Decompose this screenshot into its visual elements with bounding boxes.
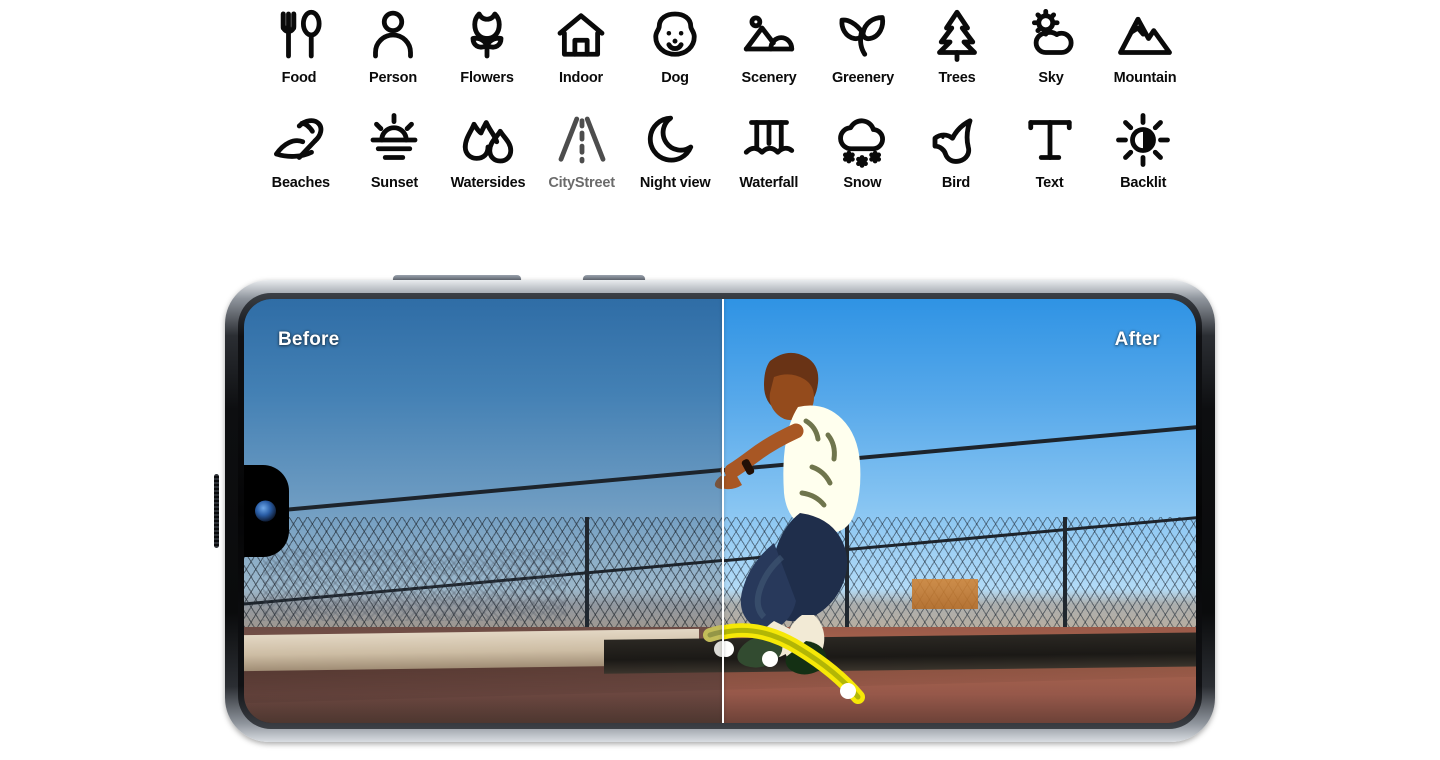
scene-item-citystreet[interactable]: CityStreet [535, 109, 629, 192]
phone-body: Before After [214, 280, 1215, 742]
punch-hole-camera-icon [255, 500, 276, 522]
fence-post [845, 516, 850, 628]
scene-item-watersides[interactable]: Watersides [441, 109, 535, 192]
scene-optimizer-icon-grid: Food Person Flowers Indoor Dog Scenery G… [252, 4, 1192, 192]
scene-item-label: Indoor [559, 70, 603, 86]
mountain-peaks-icon [1108, 4, 1182, 66]
sun-cloud-icon [1014, 4, 1088, 66]
after-label: After [1114, 329, 1160, 350]
fence-post [585, 516, 590, 628]
scene-item-label: CityStreet [548, 175, 615, 191]
before-label: Before [278, 329, 340, 350]
scene-item-sky[interactable]: Sky [1004, 4, 1098, 87]
text-t-icon [1013, 109, 1087, 171]
scene-item-label: Trees [938, 70, 976, 86]
scene-item-label: Waterfall [739, 175, 799, 191]
dark-beam [604, 632, 722, 674]
scene-item-label: Bird [941, 175, 971, 191]
page-root: Food Person Flowers Indoor Dog Scenery G… [0, 0, 1440, 760]
scene-item-flowers[interactable]: Flowers [440, 4, 534, 87]
scene-item-label: Snow [843, 175, 882, 191]
road-icon [545, 109, 619, 171]
scene-item-trees[interactable]: Trees [910, 4, 1004, 87]
scene-item-label: Beaches [271, 175, 330, 191]
backlit-sun-icon [1106, 109, 1180, 171]
phone-device: Before After [214, 272, 1215, 742]
scene-item-label: Sky [1038, 70, 1064, 86]
water-drop-rock-icon [451, 109, 525, 171]
scene-item-label: Mountain [1113, 70, 1177, 86]
scene-item-label: Greenery [831, 70, 895, 86]
scene-icon-row-1: Food Person Flowers Indoor Dog Scenery G… [252, 4, 1192, 87]
scene-icon-row-2: Beaches Sunset Watersides CityStreet Nig… [252, 109, 1192, 192]
person-icon [356, 4, 430, 66]
scene-item-backlit[interactable]: Backlit [1096, 109, 1190, 192]
scene-item-label: Text [1035, 175, 1064, 191]
before-after-divider[interactable] [721, 299, 724, 723]
scene-item-person[interactable]: Person [346, 4, 440, 87]
fence-tarp [262, 549, 567, 622]
scene-item-label: Person [369, 70, 417, 86]
scene-item-label: Dog [661, 70, 689, 86]
bird-icon [919, 109, 993, 171]
scene-item-waterfall[interactable]: Waterfall [722, 109, 816, 192]
chainlink-fence [721, 516, 1196, 628]
crescent-moon-icon [638, 109, 712, 171]
scene-item-label: Backlit [1120, 175, 1167, 191]
phone-bezel: Before After [238, 293, 1202, 729]
scene-item-label: Scenery [741, 70, 797, 86]
sunset-icon [357, 109, 431, 171]
scene-item-scenery[interactable]: Scenery [722, 4, 816, 87]
scene-item-label: Night view [639, 175, 711, 191]
before-photo [244, 299, 722, 723]
scene-item-label: Food [281, 70, 317, 86]
waterfall-icon [732, 109, 806, 171]
scene-item-text[interactable]: Text [1003, 109, 1097, 192]
scene-item-snow[interactable]: Snow [816, 109, 910, 192]
beach-umbrella-icon [264, 109, 338, 171]
fence-post [1063, 516, 1068, 628]
speaker-grille [214, 474, 219, 548]
scene-item-bird[interactable]: Bird [909, 109, 1003, 192]
scene-item-label: Flowers [460, 70, 514, 86]
scene-item-indoor[interactable]: Indoor [534, 4, 628, 87]
after-image-half: After [721, 299, 1196, 723]
phone-screen: Before After [244, 299, 1196, 723]
scene-item-sunset[interactable]: Sunset [348, 109, 442, 192]
before-image-half: Before [244, 299, 722, 723]
landscape-photo-icon [732, 4, 806, 66]
leaf-sprout-icon [826, 4, 900, 66]
scene-item-label: Watersides [450, 175, 526, 191]
scene-item-beaches[interactable]: Beaches [254, 109, 348, 192]
dog-face-icon [638, 4, 712, 66]
fork-spoon-icon [262, 4, 336, 66]
scene-item-greenery[interactable]: Greenery [816, 4, 910, 87]
snow-cloud-icon [825, 109, 899, 171]
scene-item-food[interactable]: Food [252, 4, 346, 87]
tulip-icon [450, 4, 524, 66]
scene-item-nightview[interactable]: Night view [628, 109, 722, 192]
construction-equipment [911, 578, 978, 609]
scene-item-label: Sunset [370, 175, 418, 191]
scene-item-dog[interactable]: Dog [628, 4, 722, 87]
after-photo [721, 299, 1196, 723]
house-icon [544, 4, 618, 66]
scene-item-mountain[interactable]: Mountain [1098, 4, 1192, 87]
pine-tree-icon [920, 4, 994, 66]
